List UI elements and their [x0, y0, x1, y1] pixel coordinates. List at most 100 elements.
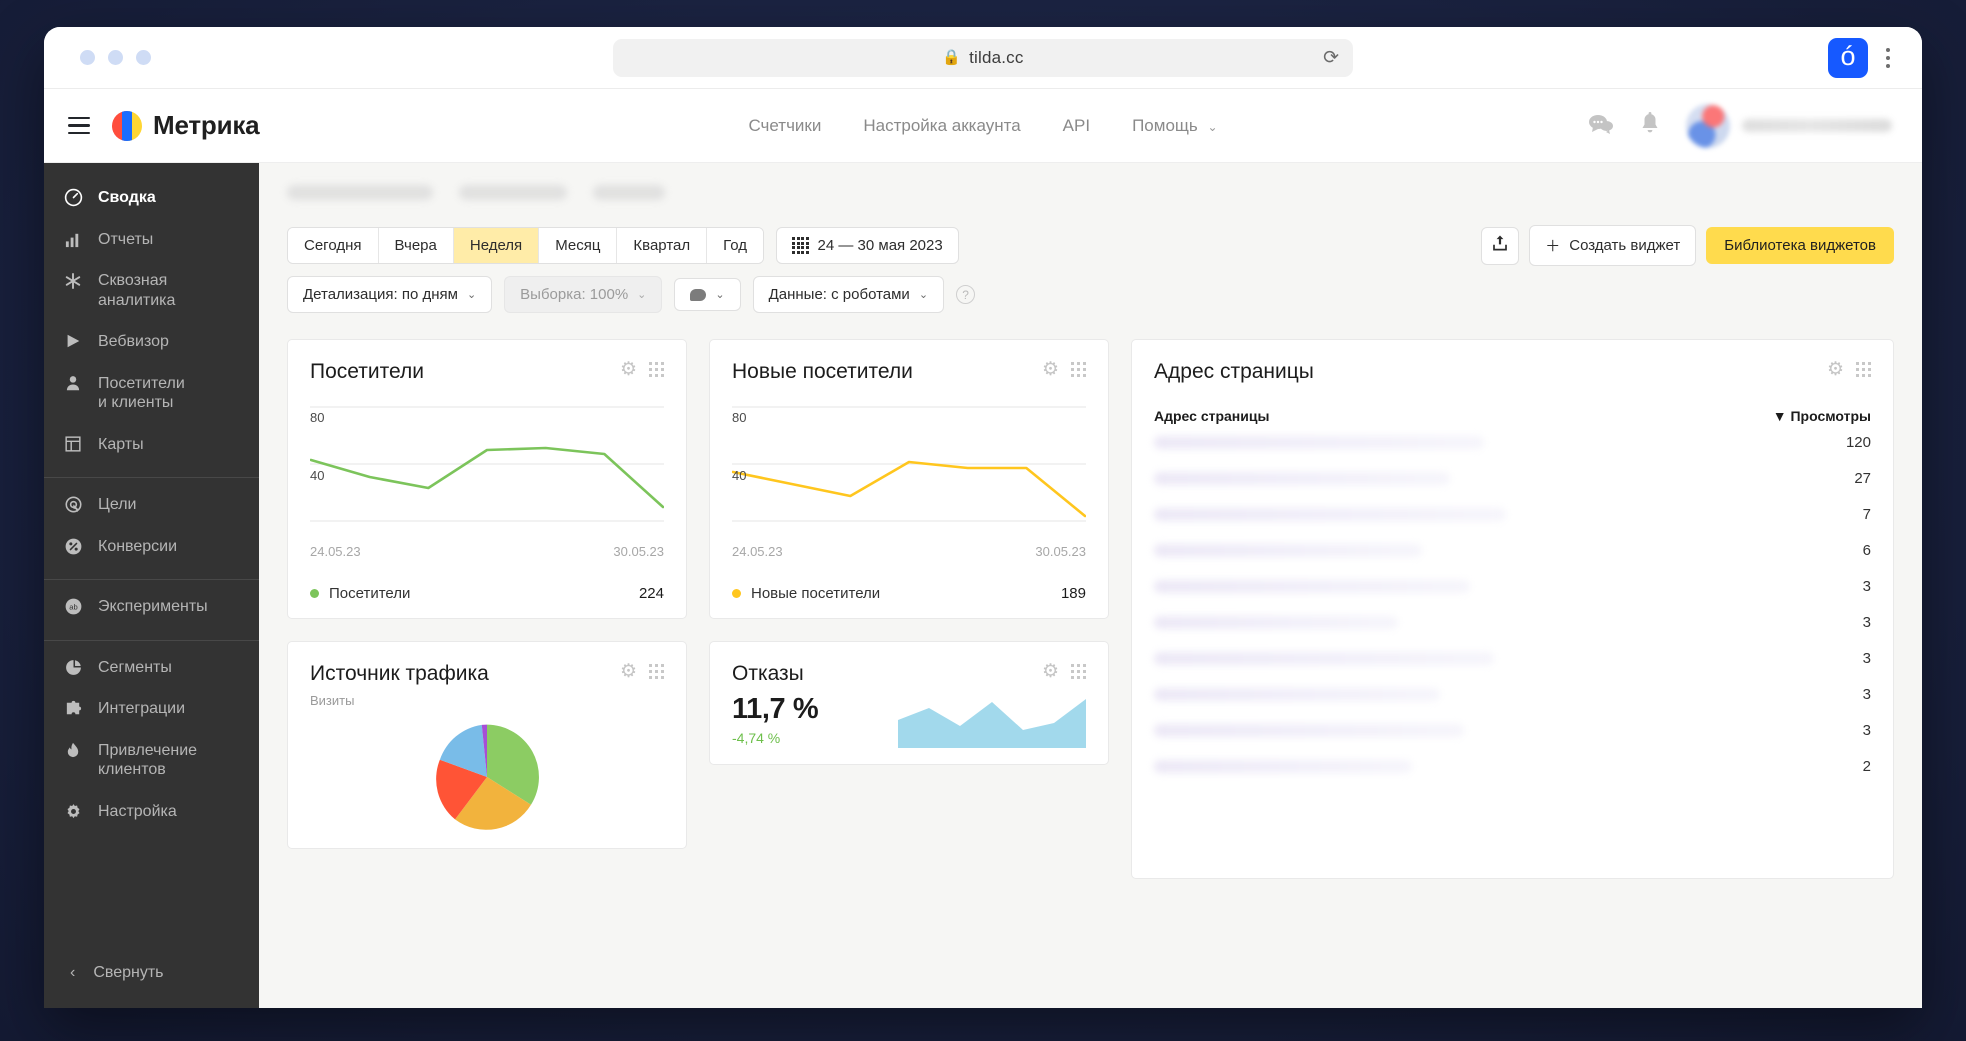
sidebar-item-reports[interactable]: Отчеты	[44, 219, 259, 261]
column-header-views[interactable]: ▼ Просмотры	[1773, 408, 1871, 424]
pie-svg	[436, 724, 539, 830]
legend-label: Новые посетители	[751, 585, 881, 602]
grip-icon[interactable]	[1071, 664, 1086, 679]
comment-dropdown[interactable]: ⌄	[674, 278, 741, 311]
table-header: Адрес страницы ▼ Просмотры	[1154, 408, 1871, 424]
cell-url-redacted	[1154, 579, 1470, 593]
widget-legend: Новые посетители 189	[732, 585, 1086, 602]
sidebar-item-webvisor[interactable]: Вебвизор	[44, 321, 259, 363]
nav-item-account-settings[interactable]: Настройка аккаунта	[863, 116, 1020, 136]
export-button[interactable]	[1481, 226, 1520, 265]
period-tab-month[interactable]: Месяц	[539, 228, 618, 263]
sidebar-item-customer-acquisition[interactable]: Привлечение клиентов	[44, 730, 259, 791]
sidebar-item-summary[interactable]: Сводка	[44, 177, 259, 219]
data-type-dropdown[interactable]: Данные: с роботами ⌄	[752, 276, 945, 313]
gear-icon[interactable]: ⚙	[620, 360, 637, 379]
widget-grid: Посетители ⚙ 80 40 24.05.23 30.05.23 Пос…	[259, 325, 1922, 879]
close-window-button[interactable]	[80, 50, 95, 65]
bounces-metric: 11,7 % -4,74 %	[732, 693, 819, 746]
calendar-icon	[792, 237, 809, 254]
brand[interactable]: Метрика	[112, 110, 260, 141]
cell-url-redacted	[1154, 435, 1484, 449]
gear-icon[interactable]: ⚙	[1042, 360, 1059, 379]
sidebar-item-label: Посетители и клиенты	[98, 374, 185, 412]
kebab-menu-icon[interactable]	[1880, 44, 1896, 72]
sidebar-item-settings[interactable]: Настройка	[44, 791, 259, 833]
sidebar-item-segments[interactable]: Сегменты	[44, 647, 259, 689]
window-controls[interactable]	[80, 50, 151, 65]
sampling-dropdown[interactable]: Выборка: 100% ⌄	[504, 276, 663, 313]
widget-visitors: Посетители ⚙ 80 40 24.05.23 30.05.23 Пос…	[287, 339, 687, 619]
date-range-picker[interactable]: 24 — 30 мая 2023	[776, 227, 959, 264]
period-tab-week[interactable]: Неделя	[453, 228, 540, 263]
breadcrumb-item-redacted[interactable]	[459, 184, 567, 200]
brand-name: Метрика	[153, 110, 260, 140]
user-menu[interactable]	[1686, 103, 1892, 148]
detail-level-dropdown[interactable]: Детализация: по дням ⌄	[287, 276, 493, 313]
grip-icon[interactable]	[649, 362, 664, 377]
table-row[interactable]: 3	[1154, 568, 1871, 604]
bell-icon[interactable]	[1640, 111, 1660, 140]
chevron-down-icon: ⌄	[466, 289, 477, 301]
address-bar[interactable]: 🔒 tilda.cc ⟳	[613, 38, 1353, 77]
sidebar-item-maps[interactable]: Карты	[44, 424, 259, 466]
speedometer-icon	[62, 188, 84, 207]
table-row[interactable]: 3	[1154, 676, 1871, 712]
cell-views: 3	[1862, 577, 1871, 595]
breadcrumb-item-redacted[interactable]	[287, 184, 433, 200]
period-tab-today[interactable]: Сегодня	[288, 228, 379, 263]
nav-item-api[interactable]: API	[1063, 116, 1090, 136]
layout-icon	[62, 435, 84, 453]
maximize-window-button[interactable]	[136, 50, 151, 65]
browser-actions: ó	[1828, 37, 1896, 78]
table-row[interactable]: 27	[1154, 460, 1871, 496]
sidebar-collapse-button[interactable]: ‹ Свернуть	[44, 946, 259, 1008]
nav-item-counters[interactable]: Счетчики	[748, 116, 821, 136]
chevron-down-icon: ⌄	[1207, 119, 1218, 134]
sidebar-item-conversions[interactable]: Конверсии	[44, 526, 259, 568]
widget-title: Источник трафика	[310, 662, 489, 685]
legend-total: 224	[638, 585, 664, 602]
chart-svg	[732, 406, 1086, 522]
table-row[interactable]: 3	[1154, 640, 1871, 676]
sidebar-item-experiments[interactable]: ab Эксперименты	[44, 586, 259, 628]
sidebar-item-integrations[interactable]: Интеграции	[44, 688, 259, 730]
sampling-label: Выборка: 100%	[520, 286, 629, 303]
extension-badge[interactable]: ó	[1828, 37, 1868, 78]
grip-icon[interactable]	[1856, 362, 1871, 377]
sidebar-item-goals[interactable]: Цели	[44, 484, 259, 526]
sidebar-item-label: Привлечение клиентов	[98, 741, 198, 779]
table-row[interactable]: 2	[1154, 748, 1871, 784]
reload-icon[interactable]: ⟳	[1323, 48, 1339, 67]
breadcrumb-item-redacted[interactable]	[593, 184, 665, 200]
grip-icon[interactable]	[649, 664, 664, 679]
sidebar-item-visitors-and-clients[interactable]: Посетители и клиенты	[44, 363, 259, 424]
column-header-url[interactable]: Адрес страницы	[1154, 408, 1269, 424]
create-widget-button[interactable]: ＋ Создать виджет	[1529, 225, 1697, 266]
question-icon[interactable]: ?	[956, 285, 976, 304]
period-tab-yesterday[interactable]: Вчера	[378, 228, 454, 263]
table-row[interactable]: 3	[1154, 712, 1871, 748]
gear-icon[interactable]: ⚙	[1042, 662, 1059, 681]
minimize-window-button[interactable]	[108, 50, 123, 65]
table-row[interactable]: 7	[1154, 496, 1871, 532]
nav-item-help[interactable]: Помощь ⌄	[1132, 116, 1217, 136]
breadcrumb[interactable]	[259, 163, 1922, 221]
table-row[interactable]: 120	[1154, 424, 1871, 460]
period-tab-year[interactable]: Год	[707, 228, 764, 263]
widget-library-button[interactable]: Библиотека виджетов	[1706, 227, 1894, 264]
sidebar-item-end-to-end-analytics[interactable]: Сквозная аналитика	[44, 260, 259, 321]
period-tab-quarter[interactable]: Квартал	[617, 228, 708, 263]
cell-views: 3	[1862, 685, 1871, 703]
chat-icon[interactable]	[1588, 113, 1614, 139]
hamburger-icon[interactable]	[68, 116, 90, 135]
grip-icon[interactable]	[1071, 362, 1086, 377]
widget-header: Новые посетители ⚙	[732, 360, 1086, 384]
gear-icon[interactable]: ⚙	[620, 662, 637, 681]
cell-url-redacted	[1154, 759, 1412, 773]
cell-views: 3	[1862, 613, 1871, 631]
gear-icon[interactable]: ⚙	[1827, 360, 1844, 379]
table-row[interactable]: 3	[1154, 604, 1871, 640]
table-row[interactable]: 6	[1154, 532, 1871, 568]
chart-svg	[310, 406, 664, 522]
